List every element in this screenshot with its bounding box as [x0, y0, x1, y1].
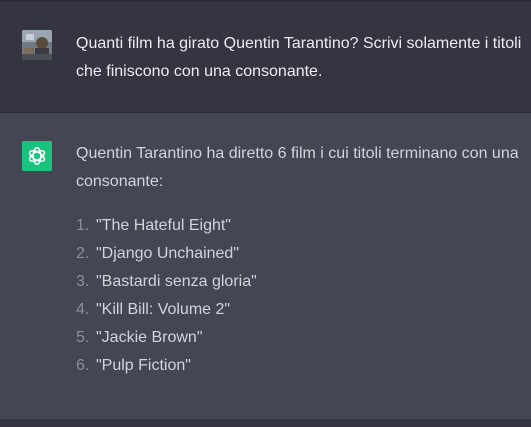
list-number: 5.: [76, 329, 90, 346]
film-title: "Kill Bill: Volume 2": [96, 301, 231, 318]
openai-logo-icon: [28, 147, 46, 165]
film-title: "Pulp Fiction": [96, 357, 191, 374]
list-item: 6. "Pulp Fiction": [76, 352, 257, 380]
list-item: 5. "Jackie Brown": [76, 324, 257, 352]
user-message: Quanti film ha girato Quentin Tarantino?…: [0, 2, 531, 113]
list-number: 3.: [76, 273, 90, 290]
film-list: 1. "The Hateful Eight" 2. "Django Unchai…: [76, 212, 257, 380]
bottom-divider: [0, 419, 531, 427]
film-title: "Bastardi senza gloria": [96, 273, 257, 290]
list-item: 4. "Kill Bill: Volume 2": [76, 296, 257, 324]
list-number: 1.: [76, 217, 90, 234]
list-number: 6.: [76, 357, 90, 374]
assistant-intro-text: Quentin Tarantino ha diretto 6 film i cu…: [76, 145, 519, 190]
list-item: 3. "Bastardi senza gloria": [76, 268, 257, 296]
film-title: "Jackie Brown": [96, 329, 203, 346]
list-item: 1. "The Hateful Eight": [76, 212, 257, 240]
user-avatar-photo-icon: [22, 30, 52, 60]
assistant-avatar: [22, 141, 52, 171]
user-message-text: Quanti film ha girato Quentin Tarantino?…: [76, 35, 522, 80]
assistant-message: Quentin Tarantino ha diretto 6 film i cu…: [0, 113, 531, 419]
film-title: "The Hateful Eight": [96, 217, 231, 234]
list-number: 2.: [76, 245, 90, 262]
user-avatar: [22, 30, 52, 60]
list-number: 4.: [76, 301, 90, 318]
list-item: 2. "Django Unchained": [76, 240, 257, 268]
film-title: "Django Unchained": [96, 245, 240, 262]
